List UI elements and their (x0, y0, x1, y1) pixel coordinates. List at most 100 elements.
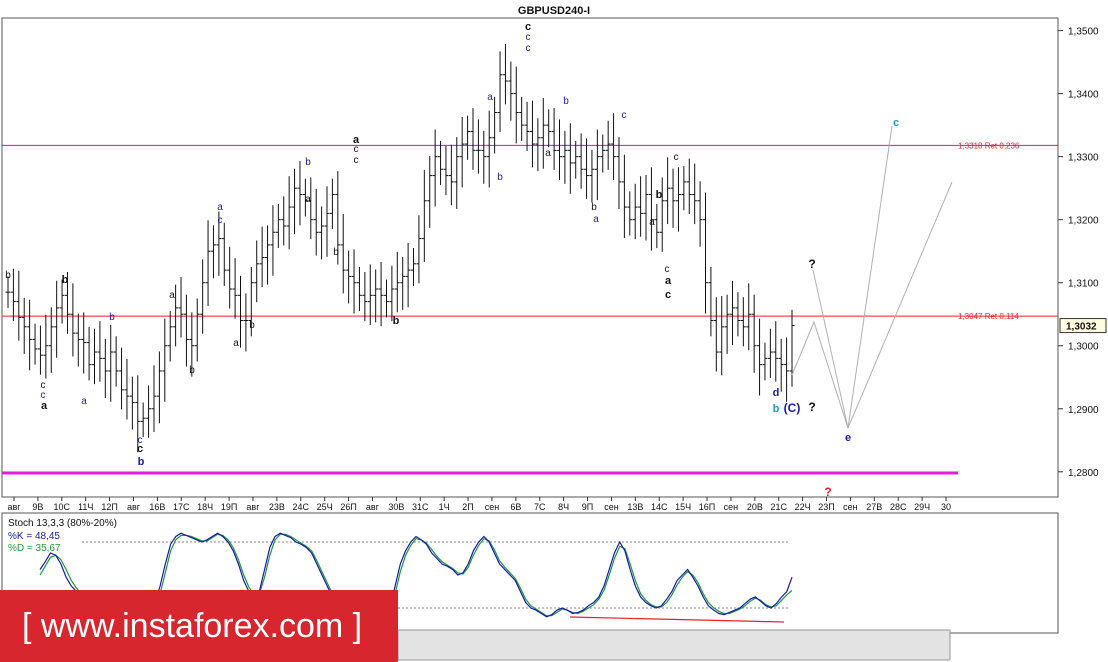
x-tick-label: 18Ч (197, 502, 213, 512)
price-bar (427, 156, 433, 228)
x-tick-label: 11Ч (78, 502, 93, 512)
wave-label: b (5, 270, 11, 281)
wave-label: c (525, 21, 531, 33)
price-bar (324, 186, 330, 257)
price-bar (562, 130, 568, 184)
price-bar (465, 115, 471, 160)
price-bar (773, 321, 779, 382)
x-tick-label: 17С (173, 502, 190, 512)
wave-label: a (649, 217, 655, 228)
price-bar (59, 279, 65, 324)
stoch-title: Stoch 13,3,3 (80%-20%) (8, 518, 117, 529)
current-price-label: 1,3032 (1066, 322, 1097, 333)
x-tick-label: 9П (582, 502, 593, 512)
price-bar (97, 321, 103, 382)
price-bar (232, 258, 238, 319)
price-bar (713, 297, 719, 372)
price-bar (205, 220, 211, 307)
price-bar (508, 61, 514, 121)
price-bar (373, 269, 379, 323)
y-tick-label: 1,3500 (1068, 27, 1099, 38)
x-tick-label: 23П (818, 502, 834, 512)
price-bar (124, 358, 130, 420)
projection-lines (791, 125, 953, 429)
stoch-d-label: %D = 35,67 (8, 543, 61, 554)
x-tick-label: сен (843, 502, 858, 512)
x-tick-label: 20В (747, 502, 763, 512)
wave-label: b (591, 202, 597, 213)
price-bar (351, 249, 357, 314)
price-bar (183, 294, 189, 367)
price-bar (265, 225, 271, 285)
y-tick-label: 1,3000 (1068, 342, 1099, 353)
price-bar (37, 325, 43, 375)
price-bar (346, 250, 352, 304)
wave-label: c (354, 155, 359, 166)
wave-label: b (333, 247, 339, 258)
x-tick-label: авг (246, 502, 260, 512)
wave-label: b (773, 403, 780, 415)
price-bar (708, 266, 714, 337)
price-bar (557, 119, 563, 180)
price-bar (151, 365, 157, 433)
wave-label: a (81, 396, 87, 407)
price-bar (21, 297, 27, 354)
price-bar (43, 314, 49, 379)
price-bar (340, 214, 346, 294)
price-chart: 1,3318 Ret 0,2361,3047 Ret 0,114 b bccaba… (1, 5, 1107, 661)
price-bar (611, 113, 617, 180)
price-bar (654, 203, 660, 249)
wave-labels: b bccabaccbabacabbaccabbabcccabcababccacd… (5, 21, 899, 499)
price-bar (221, 222, 227, 286)
price-bar (443, 145, 449, 196)
projection-path (791, 125, 893, 429)
x-tick-label: 16В (149, 502, 165, 512)
chart-stage: 1,3318 Ret 0,236 1,3047 Ret 0,114 bbccaba… (0, 0, 1108, 662)
price-bar (438, 140, 444, 186)
price-bar (16, 270, 22, 341)
price-bar (730, 280, 736, 346)
price-bar (448, 144, 454, 206)
price-bar (686, 158, 692, 215)
price-bar (297, 161, 303, 226)
price-bar (432, 129, 438, 207)
instaforex-watermark[interactable]: [ www.instaforex.com ] (0, 590, 398, 662)
wave-label: b (109, 312, 115, 323)
price-bar (513, 66, 519, 144)
x-tick-label: 15Ч (675, 502, 691, 512)
price-bar (724, 294, 730, 354)
price-bar (237, 275, 243, 348)
x-tick-label: 23В (269, 502, 285, 512)
price-bar (719, 295, 725, 376)
wave-label: b (393, 315, 400, 327)
price-bar (665, 157, 671, 225)
price-bar (329, 178, 335, 230)
price-bar (784, 337, 790, 402)
price-bar (200, 259, 206, 334)
price-bar (146, 385, 152, 438)
price-bar (621, 154, 627, 238)
price-bar (573, 140, 579, 179)
price-bar (210, 225, 216, 279)
chart-frame (1, 17, 1059, 661)
price-bar (162, 318, 168, 402)
price-bar (757, 318, 763, 396)
chart-title: GBPUSD240-I (518, 5, 590, 17)
x-tick-label: 29Ч (914, 502, 930, 512)
x-tick-label: 2П (462, 502, 473, 512)
price-bar (459, 116, 465, 188)
wave-label: c (526, 32, 531, 43)
price-bar (767, 328, 773, 378)
wave-label: c (526, 43, 531, 54)
price-bar (627, 191, 633, 236)
price-bar (762, 342, 768, 381)
price-bar (454, 137, 460, 209)
price-bar (789, 309, 795, 387)
price-bar (313, 188, 319, 256)
wave-label: b (497, 172, 503, 183)
price-bar (167, 311, 173, 362)
y-tick-label: 1,3400 (1068, 90, 1099, 101)
price-bar (32, 323, 38, 365)
price-bar (178, 277, 184, 338)
price-bar (227, 246, 233, 309)
